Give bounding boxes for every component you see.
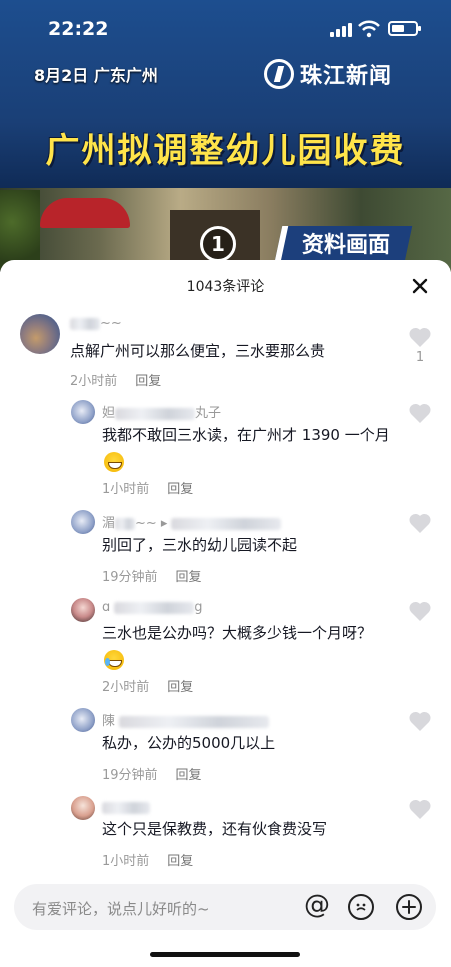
comment-text: 私办，公办的5000几以上: [102, 734, 276, 752]
channel-name: 珠江新闻: [300, 64, 393, 89]
status-time: 22:22: [48, 18, 109, 40]
comment-item: ~~ 点解广州可以那么便宜，三水要那么贵 2小时前 回复 1: [0, 312, 451, 392]
comment-username[interactable]: ~~: [70, 316, 122, 331]
comment-input-placeholder[interactable]: 有爱评论，说点儿好听的~: [32, 898, 210, 919]
comment-sheet-header: 1043条评论: [0, 260, 451, 310]
cellular-signal-icon: [330, 23, 352, 37]
reply-button[interactable]: 回复: [176, 570, 202, 585]
heart-icon: [409, 601, 431, 621]
clip-number-badge: 1: [200, 226, 236, 262]
comment-username[interactable]: 妲丸子: [102, 402, 221, 421]
laugh-cry-emoji-icon: [104, 649, 124, 670]
comment-meta: 19分钟前 回复: [102, 566, 202, 585]
video-foliage: [0, 190, 40, 270]
comment-count-title: 1043条评论: [186, 279, 265, 295]
comment-username[interactable]: ɑg: [102, 600, 203, 615]
avatar[interactable]: [71, 796, 95, 820]
plus-glyph: [402, 900, 416, 914]
grin-emoji-icon: [104, 451, 124, 472]
comment-input-bar[interactable]: 有爱评论，说点儿好听的~ @: [14, 884, 436, 930]
status-bar: 22:22: [0, 0, 451, 58]
comment-username[interactable]: 陳: [102, 710, 270, 729]
like-button[interactable]: [408, 710, 432, 732]
emoji-icon[interactable]: [348, 894, 374, 920]
reply-item: ɑg 三水也是公办吗？大概多少钱一个月呀？ 2小时前 回复: [0, 598, 451, 698]
like-button[interactable]: [408, 326, 432, 348]
reply-item: 陳 私办，公办的5000几以上 19分钟前 回复: [0, 708, 451, 788]
comment-text: 我都不敢回三水读，在广州才 1390 一个月: [102, 422, 392, 474]
like-button[interactable]: [408, 402, 432, 424]
home-indicator[interactable]: [150, 952, 300, 957]
avatar[interactable]: [71, 598, 95, 622]
comment-time: 19分钟前: [102, 768, 158, 783]
like-button[interactable]: [408, 600, 432, 622]
channel-logo-icon: [264, 59, 294, 89]
avatar[interactable]: [71, 400, 95, 424]
reply-item: 妲丸子 我都不敢回三水读，在广州才 1390 一个月 1小时前 回复: [0, 400, 451, 500]
wifi-icon: [358, 20, 380, 38]
comment-text: 别回了，三水的幼儿园读不起: [102, 536, 298, 554]
reply-button[interactable]: 回复: [167, 482, 193, 497]
comment-username[interactable]: 湄 ~~ ▸: [102, 512, 282, 531]
avatar[interactable]: [71, 708, 95, 732]
reply-button[interactable]: 回复: [135, 374, 161, 389]
comment-meta: 2小时前 回复: [70, 370, 161, 389]
comment-meta: 19分钟前 回复: [102, 764, 202, 783]
battery-icon: [388, 21, 421, 36]
heart-icon: [409, 799, 431, 819]
comment-text: 点解广州可以那么便宜，三水要那么贵: [70, 342, 326, 360]
reply-button[interactable]: 回复: [176, 768, 202, 783]
heart-icon: [409, 327, 431, 347]
news-date-location: 8月2日 广东广州: [34, 66, 158, 85]
heart-icon: [409, 711, 431, 731]
comment-time: 2小时前: [102, 680, 150, 695]
like-button[interactable]: [408, 798, 432, 820]
emoji-face-glyph: [356, 903, 366, 911]
video-red-umbrella: [40, 198, 130, 228]
reply-item: 湄 ~~ ▸ 别回了，三水的幼儿园读不起 19分钟前 回复: [0, 510, 451, 590]
reply-button[interactable]: 回复: [167, 854, 193, 869]
at-icon[interactable]: @: [304, 892, 330, 918]
reply-item: 这个只是保教费，还有伙食费没写 1小时前 回复: [0, 796, 451, 872]
comment-time: 2小时前: [70, 374, 118, 389]
comment-text: 这个只是保教费，还有伙食费没写: [102, 820, 328, 838]
comment-meta: 1小时前 回复: [102, 478, 193, 497]
close-icon: [412, 278, 428, 294]
close-button[interactable]: [408, 274, 432, 298]
avatar[interactable]: [71, 510, 95, 534]
comment-time: 19分钟前: [102, 570, 158, 585]
reply-button[interactable]: 回复: [167, 680, 193, 695]
comment-time: 1小时前: [102, 854, 150, 869]
comment-meta: 1小时前 回复: [102, 850, 193, 869]
avatar[interactable]: [20, 314, 60, 354]
heart-icon: [409, 403, 431, 423]
add-icon[interactable]: [396, 894, 422, 920]
video-headline: 广州拟调整幼儿园收费: [45, 131, 406, 171]
comment-time: 1小时前: [102, 482, 150, 497]
like-count: 1: [415, 350, 425, 365]
video-preview[interactable]: 22:22 8月2日 广东广州 珠江新闻 广州拟调整幼儿园收费 1 资料画面: [0, 0, 451, 272]
comment-text: 三水也是公办吗？大概多少钱一个月呀？: [102, 620, 392, 672]
comment-username[interactable]: [102, 800, 150, 815]
like-button[interactable]: [408, 512, 432, 534]
channel-logo: 珠江新闻: [264, 58, 392, 90]
comment-meta: 2小时前 回复: [102, 676, 193, 695]
heart-icon: [409, 513, 431, 533]
